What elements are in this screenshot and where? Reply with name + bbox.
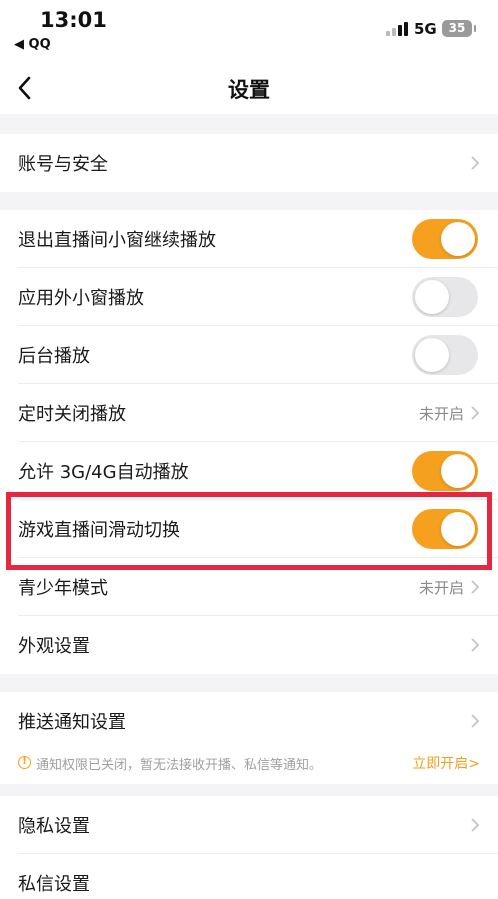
enable-now-link[interactable]: 立即开启> <box>412 753 480 773</box>
outside-app-mini-window-row: 应用外小窗播放 <box>0 268 498 326</box>
toggle-knob <box>415 338 449 372</box>
privacy-group: 隐私设置 私信设置 <box>0 796 498 899</box>
back-to-app-link[interactable]: ◀ QQ <box>14 37 51 52</box>
row-label: 账号与安全 <box>18 154 108 175</box>
row-label: 推送通知设置 <box>18 712 126 733</box>
appearance-settings-row[interactable]: 外观设置 <box>0 616 498 674</box>
mini-window-continue-row: 退出直播间小窗继续播放 <box>0 210 498 268</box>
row-label: 外观设置 <box>18 636 90 657</box>
account-group: 账号与安全 <box>0 134 498 192</box>
game-swipe-switch-row: 游戏直播间滑动切换 <box>0 500 498 558</box>
chevron-right-icon <box>471 580 480 594</box>
mini-window-continue-toggle[interactable] <box>412 219 478 259</box>
battery-icon: 35 <box>442 20 476 37</box>
notice-text: 通知权限已关闭，暂无法接收开播、私信等通知。 <box>36 758 323 773</box>
mobile-autoplay-row: 允许 3G/4G自动播放 <box>0 442 498 500</box>
warning-icon: ! <box>18 756 31 769</box>
background-play-toggle[interactable] <box>412 335 478 375</box>
notification-group: 推送通知设置 ! 通知权限已关闭，暂无法接收开播、私信等通知。 立即开启> <box>0 692 498 784</box>
privacy-settings-row[interactable]: 隐私设置 <box>0 796 498 854</box>
row-label: 后台播放 <box>18 346 90 367</box>
teen-mode-row[interactable]: 青少年模式 未开启 <box>0 558 498 616</box>
account-security-row[interactable]: 账号与安全 <box>0 134 498 192</box>
chevron-right-icon <box>471 638 480 652</box>
row-label: 私信设置 <box>18 874 90 895</box>
toggle-knob <box>415 280 449 314</box>
row-label: 应用外小窗播放 <box>18 288 144 309</box>
chevron-right-icon <box>471 714 480 728</box>
status-time: 13:01 <box>40 8 107 32</box>
game-swipe-switch-toggle[interactable] <box>412 509 478 549</box>
background-play-row: 后台播放 <box>0 326 498 384</box>
toggle-knob <box>441 454 475 488</box>
row-label: 游戏直播间滑动切换 <box>18 520 180 541</box>
page-title: 设置 <box>228 78 270 102</box>
row-label: 定时关闭播放 <box>18 404 126 425</box>
toggle-knob <box>441 222 475 256</box>
timer-status-value: 未开启 <box>418 405 464 423</box>
teen-mode-status-value: 未开启 <box>418 579 464 597</box>
chevron-right-icon <box>471 156 480 170</box>
outside-app-mini-window-toggle[interactable] <box>412 277 478 317</box>
network-label: 5G <box>414 20 437 38</box>
toggle-knob <box>441 512 475 546</box>
nav-bar: 设置 <box>0 62 498 114</box>
row-label: 隐私设置 <box>18 816 90 837</box>
status-bar: 13:01 ◀ QQ 5G 35 <box>0 0 498 62</box>
notification-disabled-notice: ! 通知权限已关闭，暂无法接收开播、私信等通知。 立即开启> <box>0 748 498 782</box>
chevron-right-icon <box>471 818 480 832</box>
timer-close-row[interactable]: 定时关闭播放 未开启 <box>0 384 498 442</box>
row-label: 允许 3G/4G自动播放 <box>18 462 189 483</box>
playback-group: 退出直播间小窗继续播放 应用外小窗播放 后台播放 定时关闭播放 未开启 允许 3… <box>0 210 498 674</box>
message-settings-row[interactable]: 私信设置 <box>0 854 498 899</box>
row-label: 退出直播间小窗继续播放 <box>18 230 216 251</box>
signal-icon <box>386 22 408 36</box>
push-notification-settings-row[interactable]: 推送通知设置 <box>0 692 498 750</box>
row-label: 青少年模式 <box>18 578 108 599</box>
mobile-autoplay-toggle[interactable] <box>412 451 478 491</box>
chevron-right-icon <box>471 406 480 420</box>
